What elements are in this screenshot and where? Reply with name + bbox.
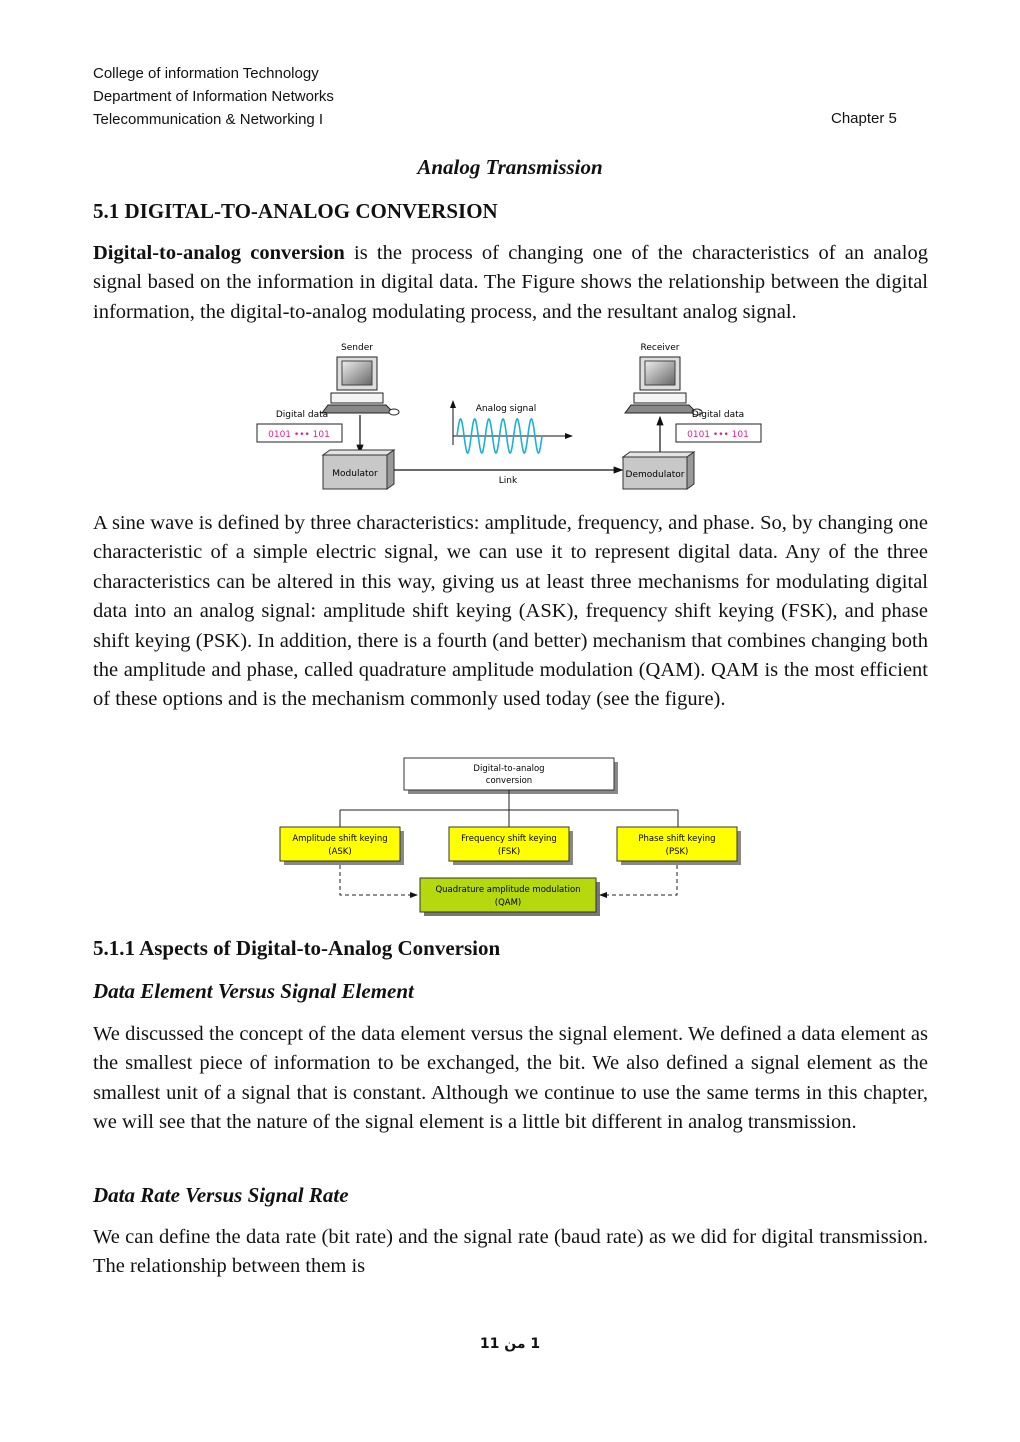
fsk-label-line2: (FSK) bbox=[498, 847, 520, 857]
fsk-label-line1: Frequency shift keying bbox=[461, 834, 557, 844]
psk-box bbox=[616, 826, 741, 865]
header-course: Telecommunication & Networking I bbox=[93, 111, 324, 128]
root-label-line1: Digital-to-analog bbox=[473, 764, 544, 774]
data-element-heading: Data Element Versus Signal Element bbox=[93, 979, 414, 1003]
sender-digital-data-label: Digital data bbox=[276, 410, 328, 420]
header-department: Department of Information Networks bbox=[93, 88, 334, 105]
intro-bold-term: Digital-to-analog conversion bbox=[93, 242, 345, 264]
intro-paragraph: Digital-to-analog conversion is the proc… bbox=[93, 239, 928, 327]
fsk-box bbox=[448, 826, 573, 865]
page-title: Analog Transmission bbox=[417, 155, 603, 179]
receiver-digital-data-value: 0101 ••• 101 bbox=[687, 430, 749, 440]
receiver-computer-icon bbox=[624, 356, 703, 416]
root-label-line2: conversion bbox=[486, 776, 532, 786]
sender-digital-data-value: 0101 ••• 101 bbox=[268, 430, 330, 440]
link-label: Link bbox=[499, 476, 518, 486]
header-college: College of information Technology bbox=[93, 65, 319, 82]
ask-label-line1: Amplitude shift keying bbox=[292, 834, 387, 844]
data-element-paragraph: We discussed the concept of the data ele… bbox=[93, 1023, 928, 1134]
receiver-digital-data-label: Digital data bbox=[692, 410, 744, 420]
conversion-taxonomy-figure: Digital-to-analog conversion Amplitude s… bbox=[279, 757, 741, 916]
qam-label-line1: Quadrature amplitude modulation bbox=[435, 885, 580, 895]
sine-wave-paragraph: A sine wave is defined by three characte… bbox=[93, 512, 928, 711]
demodulator-label: Demodulator bbox=[626, 470, 685, 480]
sender-computer-icon bbox=[321, 356, 400, 416]
analog-signal-label: Analog signal bbox=[476, 404, 537, 414]
data-rate-heading: Data Rate Versus Signal Rate bbox=[93, 1183, 349, 1207]
modulator-label: Modulator bbox=[332, 469, 378, 479]
data-rate-paragraph: We can define the data rate (bit rate) a… bbox=[93, 1226, 928, 1278]
subsection-heading: 5.1.1 Aspects of Digital-to-Analog Conve… bbox=[93, 936, 501, 960]
psk-label-line2: (PSK) bbox=[666, 847, 689, 857]
qam-label-line2: (QAM) bbox=[495, 898, 521, 908]
psk-label-line1: Phase shift keying bbox=[638, 834, 715, 844]
modulation-figure: Sender Digital data 0101 ••• 101 Modulat… bbox=[256, 343, 762, 490]
ask-box bbox=[279, 826, 404, 865]
section-heading: 5.1 DIGITAL-TO-ANALOG CONVERSION bbox=[93, 199, 498, 223]
page-number: 1 من 11 bbox=[479, 1336, 541, 1352]
document-page: College of information Technology Depart… bbox=[0, 0, 1020, 1442]
qam-box bbox=[419, 877, 600, 916]
receiver-label: Receiver bbox=[641, 343, 680, 353]
header-chapter: Chapter 5 bbox=[831, 110, 897, 127]
sender-label: Sender bbox=[341, 343, 373, 353]
ask-label-line2: (ASK) bbox=[328, 847, 351, 857]
